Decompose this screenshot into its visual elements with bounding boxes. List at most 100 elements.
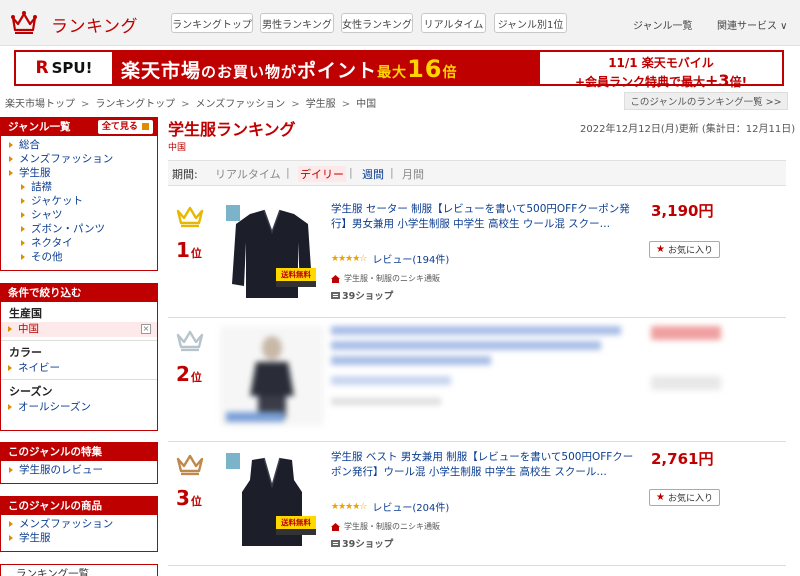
breadcrumb-item[interactable]: メンズファッション bbox=[195, 99, 285, 110]
banner-mobile-promo: 11/1 楽天モバイル +会員ランク特典で最大+3倍! bbox=[538, 50, 784, 90]
genre-subitem[interactable]: ズボン・パンツ bbox=[7, 222, 157, 236]
nav-realtime[interactable]: リアルタイム bbox=[421, 13, 486, 33]
bullet-icon bbox=[21, 254, 25, 260]
bullet-icon bbox=[21, 240, 25, 246]
genre-item-label: メンズファッション bbox=[19, 153, 114, 165]
breadcrumb-item[interactable]: ランキングトップ bbox=[95, 99, 175, 110]
period-daily[interactable]: デイリー bbox=[298, 166, 346, 182]
shop-info[interactable]: 学生服・制服のニシキ通販 bbox=[331, 521, 440, 532]
nav-ranking-top[interactable]: ランキングトップ bbox=[171, 13, 253, 33]
filter-item-selected[interactable]: 中国 × bbox=[1, 322, 157, 337]
ranking-row: 1位 送料無料 学生服 セーター 制服【レビューを書いて500円OFFクーポン発… bbox=[168, 194, 786, 318]
breadcrumb: 楽天市場トップ > ランキングトップ > メンズファッション > 学生服 > 中国 bbox=[5, 95, 376, 110]
clear-filter-icon[interactable]: × bbox=[141, 324, 151, 334]
genre-subitem[interactable]: ジャケット bbox=[7, 194, 157, 208]
product-tag-icon bbox=[226, 453, 240, 469]
banner-point: ポイント bbox=[297, 60, 378, 82]
promo-banner[interactable]: R SPU! 楽天市場のお買い物がポイント最大16倍 11/1 楽天モバイル +… bbox=[0, 46, 800, 90]
bullet-icon bbox=[9, 521, 13, 527]
favorite-button[interactable]: ★ お気に入り bbox=[649, 489, 720, 506]
products-list: メンズファッション 学生服 bbox=[1, 515, 157, 548]
rank-number: 1位 bbox=[176, 238, 202, 262]
genre-subitem[interactable]: シャツ bbox=[7, 208, 157, 222]
products-item[interactable]: 学生服 bbox=[7, 531, 157, 545]
bullet-icon bbox=[21, 226, 25, 232]
genre-item[interactable]: 総合 bbox=[7, 138, 157, 152]
genre-ranking-list-link[interactable]: このジャンルのランキング一覧 >> bbox=[624, 92, 788, 110]
banner-prefix: 楽天市場 bbox=[121, 60, 202, 82]
period-separator: | bbox=[286, 166, 290, 179]
bullet-icon bbox=[9, 170, 13, 176]
genre-item[interactable]: メンズファッション bbox=[7, 152, 157, 166]
product-image[interactable]: 送料無料 bbox=[220, 450, 324, 550]
period-weekly[interactable]: 週間 bbox=[362, 166, 384, 182]
product-image[interactable]: 送料無料 bbox=[220, 202, 324, 302]
shop-info[interactable]: 学生服・制服のニシキ通販 bbox=[331, 273, 440, 284]
breadcrumb-item[interactable]: 中国 bbox=[356, 99, 376, 110]
review-summary[interactable]: ★★★★☆ レビュー(194件) bbox=[331, 251, 449, 267]
see-all-button[interactable]: 全て見る bbox=[97, 120, 153, 134]
period-realtime[interactable]: リアルタイム bbox=[215, 166, 281, 182]
ranking-list-header[interactable]: ランキング一覧 bbox=[1, 565, 157, 576]
shop-name-link[interactable]: 学生服・制服のニシキ通販 bbox=[344, 273, 440, 284]
filter-item-label: オールシーズン bbox=[18, 401, 91, 413]
bullet-icon bbox=[9, 467, 13, 473]
filter-item[interactable]: ネイビー bbox=[1, 361, 157, 376]
nav-male-ranking[interactable]: 男性ランキング bbox=[260, 13, 334, 33]
star-icon: ★ bbox=[656, 244, 665, 255]
genre-item[interactable]: 学生服 bbox=[7, 166, 157, 180]
spu-badge: R SPU! bbox=[14, 50, 114, 86]
period-separator: | bbox=[349, 166, 353, 179]
points-label: 39ショップ bbox=[342, 291, 394, 302]
bullet-icon bbox=[9, 142, 13, 148]
product-image[interactable] bbox=[220, 326, 324, 426]
breadcrumb-item[interactable]: 学生服 bbox=[306, 99, 336, 110]
period-monthly[interactable]: 月間 bbox=[402, 166, 424, 182]
banner-right-prefix: +会員ランク特典で最大 bbox=[574, 75, 706, 89]
bullet-icon bbox=[8, 365, 12, 371]
ranking-list-box: ランキング一覧 bbox=[0, 564, 158, 576]
points-info: 39ショップ bbox=[331, 288, 393, 302]
review-count-link[interactable]: レビュー(194件) bbox=[372, 251, 449, 266]
logo-text[interactable]: ランキング bbox=[51, 12, 138, 37]
free-shipping-strip bbox=[276, 529, 316, 535]
blurred-line bbox=[331, 341, 601, 350]
product-title-link[interactable]: 学生服 セーター 制服【レビューを書いて500円OFFクーポン発行】男女兼用 小… bbox=[331, 202, 641, 232]
genre-item-label: 総合 bbox=[19, 139, 40, 151]
products-box-header: このジャンルの商品 bbox=[1, 497, 157, 515]
genre-subitem[interactable]: 詰襟 bbox=[7, 180, 157, 194]
favorite-button[interactable]: ★ お気に入り bbox=[649, 241, 720, 258]
genre-subitem[interactable]: ネクタイ bbox=[7, 236, 157, 250]
shop-name-link[interactable]: 学生服・制服のニシキ通販 bbox=[344, 521, 440, 532]
rating-stars-icon: ★★★★☆ bbox=[331, 253, 367, 264]
banner-headline: 楽天市場のお買い物がポイント最大16倍 bbox=[121, 55, 457, 83]
crown-icon bbox=[176, 330, 204, 352]
genre-list-link[interactable]: ジャンル一覧 bbox=[633, 17, 693, 32]
bullet-icon bbox=[9, 535, 13, 541]
products-item[interactable]: メンズファッション bbox=[7, 517, 157, 531]
review-summary[interactable]: ★★★★☆ レビュー(204件) bbox=[331, 499, 449, 515]
product-title-link[interactable]: 学生服 ベスト 男女兼用 制服【レビューを書いて500円OFFクーポン発行】ウー… bbox=[331, 450, 641, 480]
rank-number: 3位 bbox=[176, 486, 202, 510]
feature-box: このジャンルの特集 学生服のレビュー bbox=[0, 442, 158, 484]
nav-female-ranking[interactable]: 女性ランキング bbox=[341, 13, 413, 33]
genre-subitem[interactable]: その他 bbox=[7, 250, 157, 264]
review-count-link[interactable]: レビュー(204件) bbox=[372, 499, 449, 514]
banner-right-line1: 11/1 楽天モバイル bbox=[608, 56, 714, 70]
product-price: 3,190円 bbox=[651, 202, 714, 220]
filter-box: 条件で絞り込む 生産国 中国 × カラー ネイビー シーズン オールシーズン bbox=[0, 283, 158, 431]
breadcrumb-item[interactable]: 楽天市場トップ bbox=[5, 99, 75, 110]
crown-logo-icon[interactable] bbox=[11, 10, 37, 34]
page-title: 学生服ランキング bbox=[168, 120, 296, 139]
genre-box-title: ジャンル一覧 bbox=[8, 121, 71, 133]
free-shipping-badge: 送料無料 bbox=[276, 268, 316, 281]
related-services-menu[interactable]: 関連サービス ∨ bbox=[717, 17, 788, 32]
filter-item[interactable]: オールシーズン bbox=[1, 400, 157, 415]
feature-item[interactable]: 学生服のレビュー bbox=[7, 463, 157, 477]
banner-body[interactable]: R SPU! 楽天市場のお買い物がポイント最大16倍 11/1 楽天モバイル +… bbox=[14, 50, 784, 90]
spu-text: SPU! bbox=[51, 59, 93, 77]
site-header: ランキング ランキングトップ 男性ランキング 女性ランキング リアルタイム ジャ… bbox=[0, 0, 800, 46]
nav-genre-first[interactable]: ジャンル別1位 bbox=[494, 13, 567, 33]
banner-mid1: のお買い物 bbox=[201, 63, 282, 81]
blurred-product-image bbox=[220, 326, 324, 426]
